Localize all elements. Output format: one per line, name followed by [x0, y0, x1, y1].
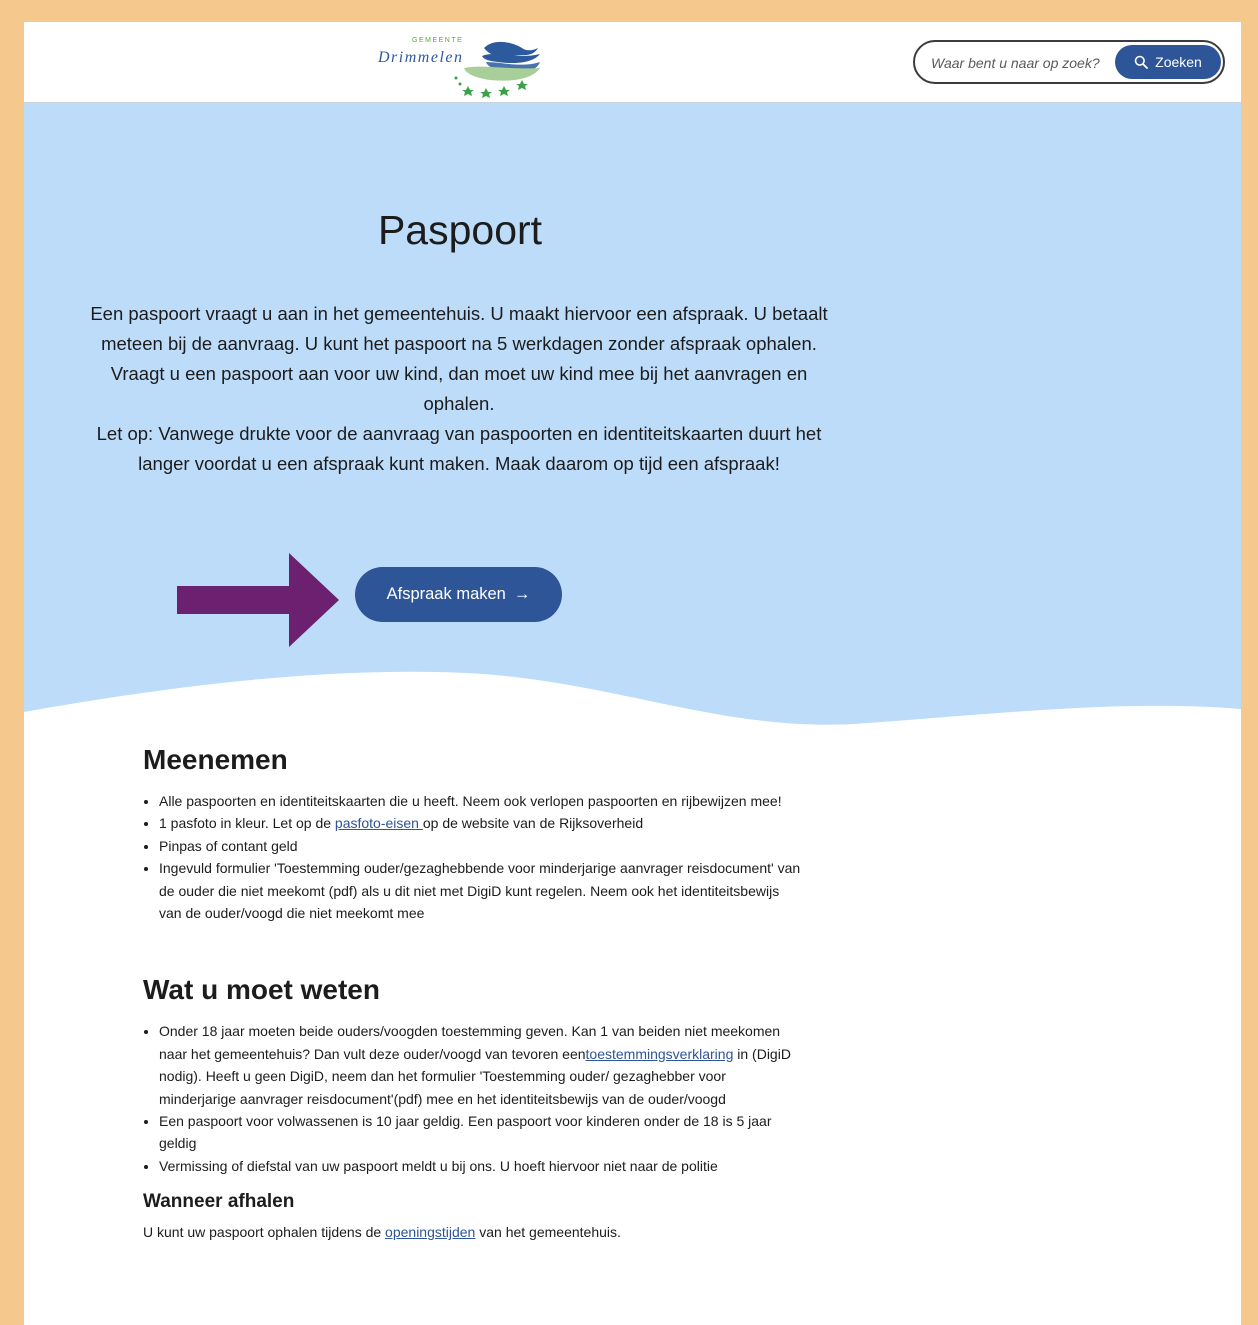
list-item: Pinpas of contant geld [159, 835, 803, 857]
afhalen-text: U kunt uw paspoort ophalen tijdens de op… [143, 1221, 803, 1243]
list-item-text: op de website van de Rijksoverheid [422, 815, 644, 832]
list-item: Ingevuld formulier 'Toestemming ouder/ge… [159, 857, 803, 924]
logo-small-text: GEMEENTE [412, 37, 463, 44]
list-item: Vermissing of diefstal van uw paspoort m… [159, 1155, 803, 1177]
meenemen-list: Alle paspoorten en identiteitskaarten di… [143, 790, 803, 924]
hero-section: Paspoort Een paspoort vraagt u aan in he… [24, 103, 1241, 743]
intro-paragraph: Een paspoort vraagt u aan in het gemeent… [90, 303, 828, 414]
annotation-arrow [177, 553, 339, 647]
section-heading-wat-u-moet-weten: Wat u moet weten [143, 974, 380, 1006]
page-frame: GEMEENTE Drimmelen Zoe [24, 22, 1241, 1325]
list-item: 1 pasfoto in kleur. Let op de pasfoto-ei… [159, 812, 803, 834]
search-button[interactable]: Zoeken [1115, 45, 1221, 79]
page-title: Paspoort [377, 207, 543, 253]
make-appointment-button[interactable]: Afspraak maken → [355, 567, 562, 622]
section-heading-wanneer-afhalen: Wanneer afhalen [143, 1191, 295, 1213]
notice-paragraph: Let op: Vanwege drukte voor de aanvraag … [96, 423, 822, 474]
toestemmingsverklaring-link[interactable]: toestemmingsverklaring [586, 1046, 734, 1062]
list-item: Alle paspoorten en identiteitskaarten di… [159, 790, 803, 812]
main-content: Meenemen Alle paspoorten en identiteitsk… [143, 744, 803, 1243]
afhalen-text-post: van het gemeentehuis. [475, 1224, 621, 1241]
afhalen-text-pre: U kunt uw paspoort ophalen tijdens de [143, 1224, 386, 1241]
search-button-label: Zoeken [1155, 54, 1202, 70]
site-header: GEMEENTE Drimmelen Zoe [24, 22, 1241, 103]
search-box: Zoeken [913, 40, 1225, 84]
list-item: Onder 18 jaar moeten beide ouders/voogde… [159, 1020, 803, 1110]
section-heading-meenemen: Meenemen [143, 744, 288, 775]
list-item: Een paspoort voor volwassenen is 10 jaar… [159, 1110, 803, 1155]
intro-text: Een paspoort vraagt u aan in het gemeent… [89, 299, 829, 479]
drimmelen-logo[interactable]: GEMEENTE Drimmelen [372, 28, 552, 98]
arrow-right-icon: → [513, 585, 531, 603]
openingstijden-link[interactable]: openingstijden [385, 1224, 475, 1240]
search-input[interactable] [929, 51, 1123, 75]
list-item-text: 1 pasfoto in kleur. Let op de [159, 815, 335, 832]
logo-graphic: GEMEENTE Drimmelen [377, 37, 540, 98]
pasfoto-eisen-link[interactable]: pasfoto-eisen [335, 815, 423, 831]
logo-name-text: Drimmelen [377, 49, 463, 66]
weten-list: Onder 18 jaar moeten beide ouders/voogde… [143, 1020, 803, 1177]
make-appointment-label: Afspraak maken [386, 585, 506, 603]
search-icon [1134, 55, 1149, 69]
